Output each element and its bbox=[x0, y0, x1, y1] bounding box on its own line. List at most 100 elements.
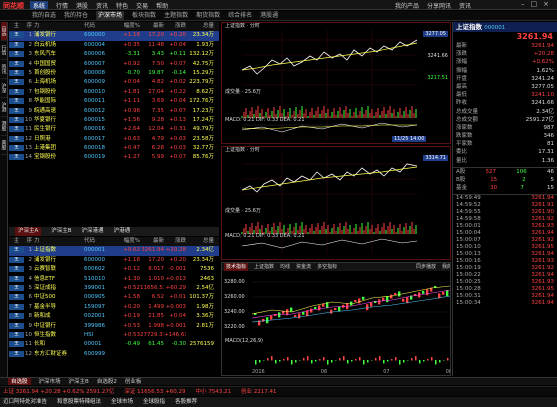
market-tab[interactable]: 沪深主A bbox=[15, 227, 42, 236]
table-row[interactable]: 主 9 中证银行 399986 +0.53 1.998 +0.001 2.81万 bbox=[9, 322, 219, 331]
menu-item[interactable]: 系统 bbox=[30, 1, 49, 9]
menu-item[interactable]: 资讯 bbox=[459, 1, 471, 9]
kline-tab[interactable]: 技术指标 bbox=[224, 263, 249, 271]
market-tab[interactable]: 沪港通 bbox=[114, 227, 131, 236]
list-tag[interactable]: 主 bbox=[9, 341, 24, 348]
header-cell[interactable]: 力 bbox=[34, 237, 84, 246]
bottom-tab[interactable]: 沪深市场 bbox=[39, 378, 61, 385]
side-tab[interactable]: 自选 bbox=[0, 22, 7, 41]
table-row[interactable]: 主 12 日照港 600017 +0.63 4.79 +0.03 23.58万 bbox=[9, 135, 219, 144]
nav-item[interactable]: 港股通 bbox=[260, 11, 278, 20]
table-row[interactable]: 主 8 华能国际 600011 +1.11 3.69 +0.04 172.76万 bbox=[9, 97, 219, 106]
nav-item[interactable]: 综合排名 bbox=[228, 11, 252, 20]
header-cell[interactable]: 代码 bbox=[84, 237, 115, 246]
menu-item[interactable]: 交易 bbox=[136, 1, 148, 9]
bottom-tab[interactable]: 创业板 bbox=[125, 378, 142, 385]
table-row[interactable]: 主 7 基金半导 159097 +0.20 1.499 +0.003 1.98万 bbox=[9, 303, 219, 312]
table-row[interactable]: 主 1 上证指数 000001 +0.62 3261.94 +20.28 2.34亿 bbox=[9, 246, 219, 256]
list-tag[interactable]: 主 bbox=[9, 284, 24, 291]
list-tag[interactable]: 主 bbox=[9, 88, 24, 95]
table-row[interactable]: 主 5 首创股份 600008 -0.70 19.87 -0.14 15.29万 bbox=[9, 69, 219, 78]
side-tab[interactable]: 沪港 bbox=[0, 98, 7, 117]
intraday-chart-1[interactable]: 上证指数 · 分时 3277.05 3241.66 3217.51 成交量 · … bbox=[221, 22, 451, 144]
table-row[interactable]: 主 11 长和 00001 -0.49 61.45 -0.30 2576159 bbox=[9, 340, 219, 349]
kline-tab[interactable]: 资金流 bbox=[296, 263, 311, 271]
list-tag[interactable]: 主 bbox=[9, 154, 24, 161]
list-tag[interactable]: 主 bbox=[9, 107, 24, 114]
header-cell[interactable]: 涨跌 bbox=[164, 237, 186, 246]
table-row[interactable]: 主 5 深证成指 399001 +0.52 11656.53 +60.29 2.54亿 bbox=[9, 284, 219, 293]
nav-item[interactable]: 沪深市场 bbox=[96, 11, 125, 20]
list-tag[interactable]: 主 bbox=[9, 247, 24, 254]
list-tag[interactable]: 主 bbox=[9, 60, 24, 67]
bottom-tab[interactable]: 沪深主B bbox=[69, 378, 89, 385]
table-row[interactable]: 主 9 皖通高速 600012 +0.96 7.35 +0.07 17.23万 bbox=[9, 107, 219, 116]
table-row[interactable]: 主 6 上海机场 600009 +0.04 4.82 +0.02 223.79万 bbox=[9, 78, 219, 87]
list-tag[interactable]: 主 bbox=[9, 51, 24, 58]
list-tag[interactable]: 主 bbox=[9, 303, 24, 310]
table-row[interactable]: 主 8 新和成 002001 +0.19 21.85 +0.04 3.36万 bbox=[9, 312, 219, 321]
maximize-icon[interactable]: □ bbox=[531, 0, 538, 8]
header-cell[interactable]: 代码 bbox=[84, 22, 115, 31]
status-item[interactable]: 和意股票特辣组法 bbox=[57, 397, 101, 407]
status-item[interactable]: 深证 11656.53 +60.29 bbox=[124, 387, 185, 396]
list-tag[interactable]: 主 bbox=[9, 41, 24, 48]
list-tag[interactable]: 主 bbox=[9, 331, 24, 338]
side-tab[interactable]: 行情 bbox=[0, 41, 7, 60]
side-tab[interactable]: 港股 bbox=[0, 117, 7, 136]
table-row[interactable]: 主 7 包钢股份 600010 +1.81 27.04 +0.22 8.62万 bbox=[9, 88, 219, 97]
table-row[interactable]: 主 4 信息ETF 510010 +1.30 1.010 +0.013 2463 bbox=[9, 275, 219, 284]
table-row[interactable]: 主 11 民生银行 600016 +2.64 12.04 +0.31 49.79万 bbox=[9, 125, 219, 134]
header-cell[interactable]: 涨跌 bbox=[164, 22, 186, 31]
table-row[interactable]: 主 3 东风汽车 600006 -3.31 3.43 +0.11 132.12万 bbox=[9, 50, 219, 59]
menu-item[interactable]: 港股 bbox=[76, 1, 88, 9]
kline-tab[interactable]: 上证指数 bbox=[254, 263, 274, 271]
header-cell[interactable]: 序 bbox=[24, 237, 34, 246]
status-item[interactable]: 迈口阿特处对准告 bbox=[3, 397, 47, 407]
kline-tab[interactable]: 多空指标 bbox=[317, 263, 337, 271]
list-tag[interactable]: 主 bbox=[9, 69, 24, 76]
header-cell[interactable]: 序 bbox=[24, 22, 34, 31]
status-item[interactable]: 全球股指 bbox=[143, 397, 165, 407]
nav-item[interactable]: 我的自选 bbox=[32, 11, 56, 20]
kline-tab[interactable]: 均线 bbox=[280, 263, 290, 271]
nav-item[interactable]: 主题指数 bbox=[164, 11, 188, 20]
bottom-tab[interactable]: 自选股 bbox=[8, 378, 31, 385]
list-tag[interactable]: 主 bbox=[9, 322, 24, 329]
table-row[interactable]: 主 10 恒生指数 HSI +0.53 27729.31 +146.63 bbox=[9, 331, 219, 340]
list-tag[interactable]: 主 bbox=[9, 294, 24, 301]
bottom-tab[interactable]: 自选股2 bbox=[97, 378, 117, 385]
list-tag[interactable]: 主 bbox=[9, 79, 24, 86]
list-tag[interactable]: 主 bbox=[9, 126, 24, 133]
table-row[interactable]: 主 14 宝钢股份 600019 +1.27 5.99 +0.07 85.76万 bbox=[9, 153, 219, 162]
table-row[interactable]: 主 2 浦发银行 600000 +1.18 17.20 +0.20 23.34万 bbox=[9, 256, 219, 265]
header-cell[interactable]: 幅度% bbox=[115, 22, 140, 31]
market-tab[interactable]: 沪深主B bbox=[51, 227, 71, 236]
status-item[interactable]: 中小 7543.21 bbox=[196, 387, 232, 396]
table-row[interactable]: 主 2 白云机场 600004 +0.35 11.48 +0.04 1.93万 bbox=[9, 41, 219, 50]
side-tab[interactable]: 美股 bbox=[0, 136, 7, 155]
menu-item[interactable]: 资讯 bbox=[96, 1, 108, 9]
side-tab[interactable]: 资讯 bbox=[0, 60, 7, 79]
status-item[interactable]: 上证 3261.94 +20.28 +0.62% 2591.27亿 bbox=[3, 387, 114, 396]
list-tag[interactable]: 主 bbox=[9, 98, 24, 105]
menu-item[interactable]: 分享网讯 bbox=[427, 1, 451, 9]
list-tag[interactable]: 主 bbox=[9, 256, 24, 263]
status-item[interactable]: 全球市场 bbox=[111, 397, 133, 407]
menu-item[interactable]: 特色 bbox=[116, 1, 128, 9]
side-tab[interactable]: 沪深 bbox=[0, 79, 7, 98]
table-row[interactable]: 主 3 云赛智联 600602 +0.12 8.017 -0.001 7536 bbox=[9, 265, 219, 274]
list-tag[interactable]: 主 bbox=[9, 135, 24, 142]
header-cell[interactable]: 力 bbox=[34, 22, 84, 31]
menu-item[interactable]: 行情 bbox=[56, 1, 68, 9]
menu-item[interactable]: 帮助 bbox=[156, 1, 168, 9]
kline-chart[interactable]: 技术指标 上证指数 均线 资金流 多空指标 同步播放 我的 3280.00 32… bbox=[221, 262, 451, 376]
nav-item[interactable]: 期货指数 bbox=[196, 11, 220, 20]
table-row[interactable]: 主 12 东方汇财证券 600999 bbox=[9, 350, 219, 359]
status-item[interactable]: 创业 2217.41 bbox=[241, 387, 277, 396]
nav-item[interactable]: 板块指数 bbox=[132, 11, 156, 20]
table-row[interactable]: 主 4 中国国贸 600007 +0.92 7.50 +0.07 42.75万 bbox=[9, 60, 219, 69]
list-tag[interactable]: 主 bbox=[9, 32, 24, 39]
close-icon[interactable]: × bbox=[543, 0, 549, 8]
market-tab[interactable]: 沪深港通 bbox=[82, 227, 104, 236]
